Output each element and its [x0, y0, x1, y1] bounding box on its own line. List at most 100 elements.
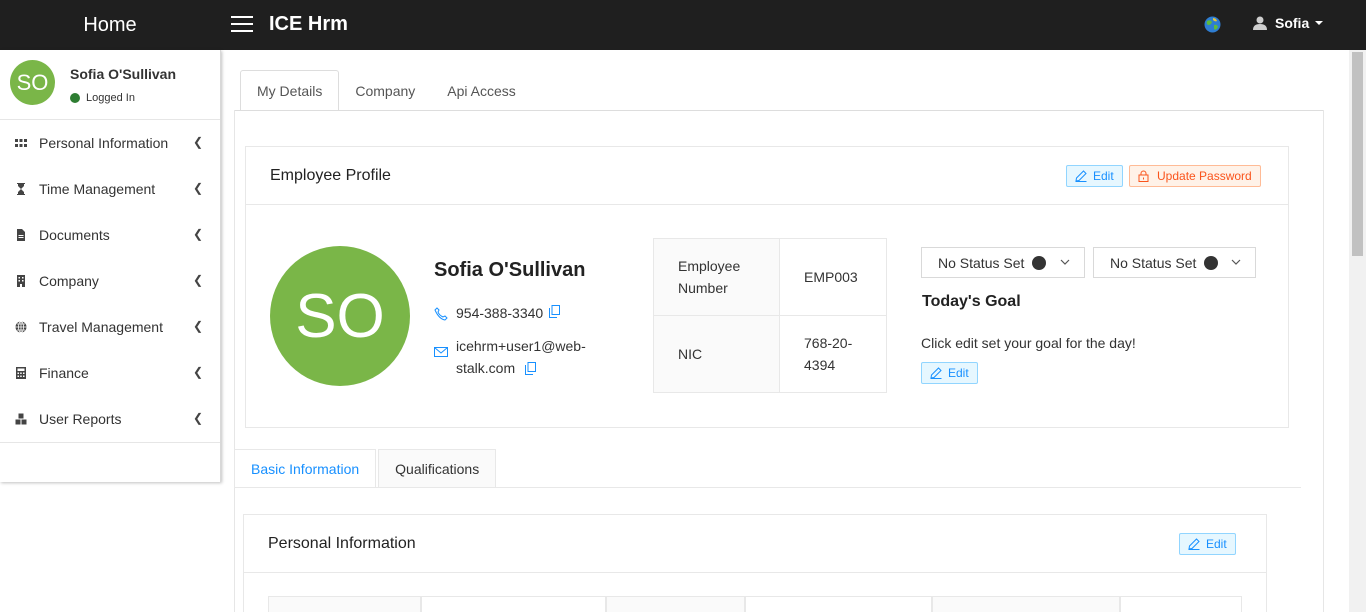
detail-tabs: Basic Information Qualifications — [234, 449, 498, 488]
brand-home-link[interactable]: Home — [0, 0, 220, 50]
sidebar-item-label: Time Management — [39, 181, 156, 197]
employee-info-table: Employee Number EMP003 NIC 768-20- 4394 — [653, 238, 887, 393]
scrollbar-thumb[interactable] — [1352, 52, 1363, 256]
edit-personal-info-button[interactable]: Edit — [1179, 533, 1236, 555]
app-title[interactable]: ICE Hrm — [269, 13, 348, 36]
chevron-left-icon: ❮ — [193, 227, 204, 241]
edit-label: Edit — [1206, 537, 1227, 551]
online-status: Logged In — [70, 92, 135, 104]
table-cell — [932, 596, 1120, 612]
edit-icon — [1188, 538, 1200, 550]
sidebar-item-label: Documents — [39, 227, 110, 243]
tab-qualifications[interactable]: Qualifications — [378, 449, 497, 488]
tab-divider — [234, 487, 1301, 488]
sidebar-item-user-reports[interactable]: User Reports ❮ — [0, 396, 220, 442]
sidebar-item-finance[interactable]: Finance ❮ — [0, 350, 220, 396]
profile-avatar: SO — [270, 246, 410, 386]
chevron-left-icon: ❮ — [193, 273, 204, 287]
document-icon — [17, 229, 25, 241]
menu-icon[interactable] — [231, 16, 253, 34]
sidebar-item-label: Company — [39, 273, 99, 289]
chevron-down-icon — [1231, 259, 1241, 265]
status-dot-icon — [1032, 255, 1047, 270]
goal-title: Today's Goal — [922, 293, 1021, 310]
globe-icon — [15, 321, 27, 333]
copy-icon[interactable] — [549, 305, 561, 318]
table-cell — [421, 596, 606, 612]
phone-number: 954-388-3340 — [456, 305, 544, 321]
employee-name: Sofia O'Sullivan — [434, 259, 586, 281]
sidebar-item-documents[interactable]: Documents ❮ — [0, 212, 220, 258]
edit-icon — [930, 367, 942, 379]
status-select-2[interactable]: No Status Set — [1093, 247, 1256, 278]
phone-icon — [434, 307, 448, 321]
sidebar-divider — [0, 442, 220, 443]
phone-row: 954-388-3340 — [434, 305, 561, 321]
hourglass-icon — [17, 183, 25, 195]
chevron-left-icon: ❮ — [193, 365, 204, 379]
table-cell — [606, 596, 745, 612]
main-tabs: My Details Company Api Access — [240, 70, 532, 111]
email-line-1: icehrm+user1@web- — [456, 338, 586, 354]
edit-label: Edit — [948, 366, 969, 380]
card-title: Personal Information — [244, 515, 1266, 573]
chevron-down-icon — [1060, 259, 1070, 265]
sidebar-item-travel-management[interactable]: Travel Management ❮ — [0, 304, 220, 350]
sidebar-user-name: Sofia O'Sullivan — [70, 66, 177, 82]
sidebar-item-label: User Reports — [39, 411, 122, 427]
edit-goal-button[interactable]: Edit — [921, 362, 978, 384]
email-line-2: stalk.com — [456, 360, 516, 376]
field-label: Employee Number — [653, 238, 780, 316]
building-icon — [17, 275, 25, 287]
sidebar-user-panel: SO Sofia O'Sullivan Logged In — [0, 50, 220, 120]
cubes-icon — [15, 413, 27, 425]
calculator-icon — [16, 367, 26, 379]
page-scrollbar[interactable] — [1349, 50, 1366, 612]
sidebar-item-personal-information[interactable]: Personal Information ❮ — [0, 120, 220, 166]
employee-number-value: EMP003 — [779, 238, 887, 316]
status-select-1[interactable]: No Status Set — [921, 247, 1085, 278]
personal-info-table — [268, 596, 1242, 612]
tab-basic-information[interactable]: Basic Information — [234, 449, 377, 488]
tab-api-access[interactable]: Api Access — [431, 70, 531, 111]
goal-text: Click edit set your goal for the day! — [921, 335, 1136, 351]
user-icon — [1253, 16, 1267, 30]
status-label: Logged In — [86, 92, 135, 104]
chevron-left-icon: ❮ — [193, 411, 204, 425]
table-cell — [268, 596, 421, 612]
update-password-button[interactable]: Update Password — [1129, 165, 1261, 187]
status-select-value: No Status Set — [1110, 254, 1197, 271]
caret-down-icon — [1315, 21, 1324, 25]
chevron-left-icon: ❮ — [193, 135, 204, 149]
sidebar-item-label: Personal Information — [39, 135, 169, 151]
sidebar-item-label: Travel Management — [39, 319, 163, 335]
field-label: NIC — [653, 315, 780, 393]
edit-icon — [1075, 170, 1087, 182]
user-menu-name: Sofia — [1275, 15, 1310, 31]
status-dot-icon — [1204, 255, 1219, 270]
nic-value: 768-20- 4394 — [779, 315, 887, 393]
table-cell — [1120, 596, 1242, 612]
grid-icon — [15, 139, 27, 147]
sidebar: SO Sofia O'Sullivan Logged In Personal I… — [0, 50, 221, 482]
mail-icon — [434, 347, 448, 357]
copy-icon[interactable] — [525, 362, 537, 375]
chevron-left-icon: ❮ — [193, 319, 204, 333]
status-select-value: No Status Set — [938, 254, 1025, 271]
top-navbar: Home ICE Hrm Sofia — [0, 0, 1366, 50]
tab-company[interactable]: Company — [339, 70, 431, 111]
avatar: SO — [10, 60, 55, 105]
lock-icon — [1138, 170, 1149, 182]
tab-my-details[interactable]: My Details — [240, 70, 340, 111]
sidebar-item-time-management[interactable]: Time Management ❮ — [0, 166, 220, 212]
status-dot-icon — [70, 93, 80, 103]
globe-icon[interactable] — [1204, 16, 1221, 33]
email-row: icehrm+user1@web- stalk.com — [434, 335, 586, 379]
edit-label: Edit — [1093, 169, 1114, 183]
sidebar-item-company[interactable]: Company ❮ — [0, 258, 220, 304]
update-password-label: Update Password — [1157, 169, 1252, 183]
edit-profile-button[interactable]: Edit — [1066, 165, 1123, 187]
table-cell — [745, 596, 932, 612]
sidebar-item-label: Finance — [39, 365, 89, 381]
user-menu[interactable]: Sofia — [1253, 15, 1324, 31]
